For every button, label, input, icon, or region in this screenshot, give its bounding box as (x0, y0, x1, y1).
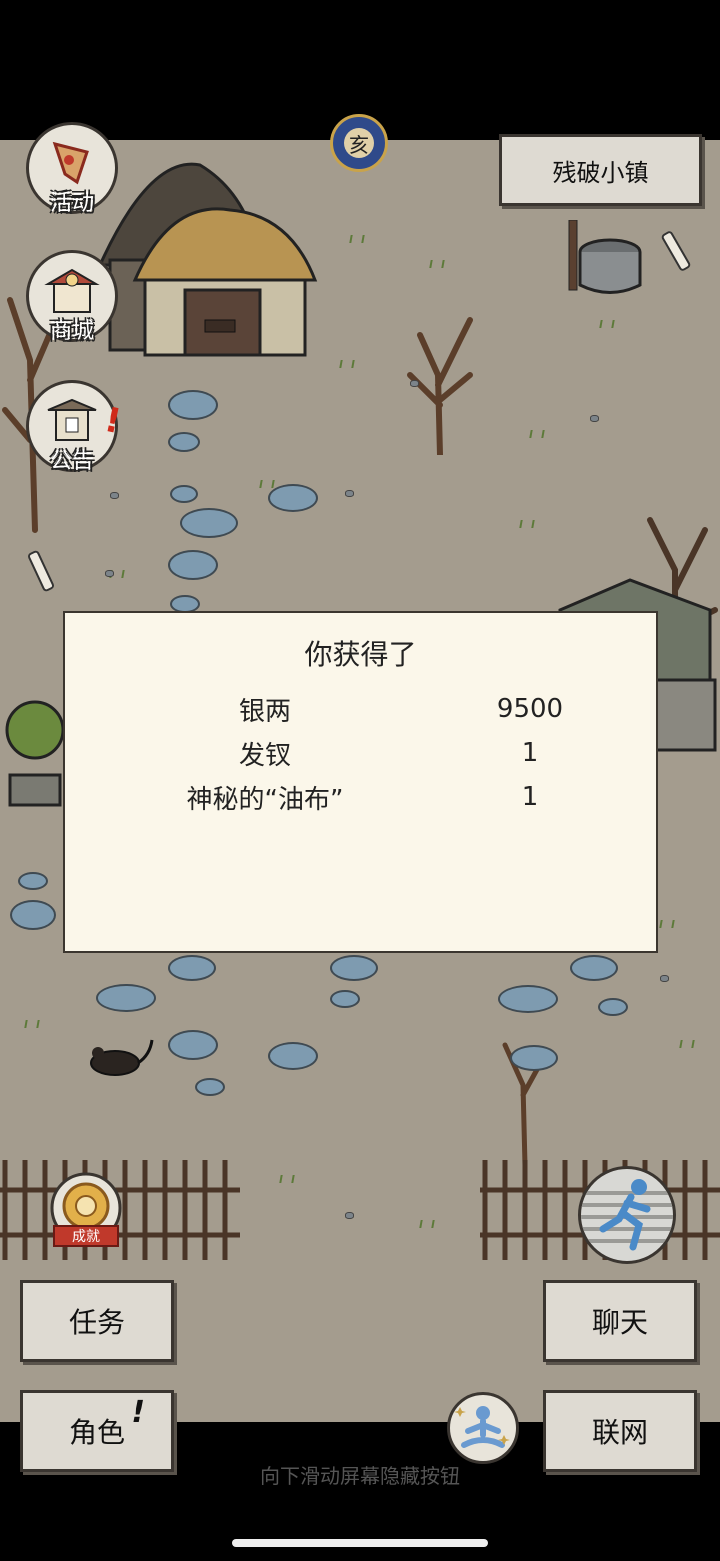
stepping-stone (10, 900, 56, 930)
reward-row: 发钗 1 (95, 733, 630, 773)
chat-button[interactable]: 聊天 (543, 1280, 697, 1362)
grass-tuft (529, 430, 545, 438)
achievements-label: 成就 (72, 1229, 100, 1245)
pebble (410, 380, 419, 387)
rat[interactable] (80, 1035, 160, 1080)
bone (660, 229, 692, 273)
grass-tuft (24, 1020, 40, 1028)
tasks-label: 任务 (68, 1306, 125, 1339)
chat-label: 聊天 (591, 1306, 648, 1339)
grass-tuft (659, 920, 675, 928)
reward-item-name: 银两 (238, 696, 291, 727)
dialog-title: 你获得了 (304, 638, 417, 671)
bush (5, 700, 65, 807)
stepping-stone (168, 955, 216, 981)
stone-well (568, 220, 642, 294)
stepping-stone (180, 508, 238, 538)
pebble (345, 490, 354, 497)
night-moon-icon[interactable]: 亥 (330, 114, 388, 172)
grass-tuft (259, 480, 275, 488)
flag-icon (52, 141, 89, 185)
stepping-stone (168, 432, 200, 452)
bone (26, 549, 56, 593)
grass-tuft (419, 1220, 435, 1228)
pebble (105, 570, 114, 577)
location-name-button[interactable]: 残破小镇 (499, 134, 702, 206)
side-menu-label: 商城 (49, 319, 94, 344)
stepping-stone (195, 1078, 225, 1096)
grass-tuft (519, 520, 535, 528)
reward-row: 神秘的“油布” 1 (95, 777, 630, 817)
tasks-button[interactable]: 任务 (20, 1280, 174, 1362)
stepping-stone (498, 985, 558, 1013)
reward-item-name: 发钗 (238, 740, 291, 771)
location-name: 残破小镇 (552, 158, 649, 187)
time-glyph: 亥 (344, 128, 374, 158)
stepping-stone (96, 984, 156, 1012)
run-toggle-button[interactable] (578, 1166, 676, 1264)
side-menu-shop-button[interactable]: 商城 (26, 250, 118, 344)
stepping-stone (330, 990, 360, 1008)
stepping-stone (170, 485, 198, 503)
side-menu-label: 公告 (49, 449, 94, 474)
grass-tuft (279, 1175, 295, 1183)
side-menu-activity-button[interactable]: 活动 (26, 122, 118, 216)
home-indicator[interactable] (232, 1539, 488, 1547)
game-screen: 亥 残破小镇 活动 商城 公告 ! 你获得了 银两 9500 发钗 1 神秘的“… (0, 0, 720, 1561)
stepping-stone (168, 1030, 218, 1060)
stepping-stone (18, 872, 48, 890)
reward-dialog[interactable]: 你获得了 银两 9500 发钗 1 神秘的“油布” 1 (63, 611, 658, 953)
pebble (345, 1212, 354, 1219)
pebble (110, 492, 119, 499)
stepping-stone (268, 1042, 318, 1070)
pebble (590, 415, 599, 422)
network-label: 联网 (591, 1416, 648, 1449)
reward-item-name: 神秘的“油布” (186, 784, 344, 815)
meditate-button[interactable] (447, 1392, 519, 1464)
side-menu-label: 活动 (49, 191, 94, 216)
shop-icon (44, 268, 100, 313)
achievements-button[interactable]: 成就 (44, 1170, 128, 1254)
side-menu-notice-button[interactable]: 公告 ! (26, 380, 125, 474)
thatched-hut (97, 162, 318, 357)
reward-item-qty: 1 (521, 738, 539, 768)
grass-tuft (599, 320, 615, 328)
reward-item-qty: 1 (521, 782, 539, 812)
stepping-stone (510, 1045, 558, 1071)
reward-row: 银两 9500 (95, 689, 630, 729)
stepping-stone (168, 390, 218, 420)
hint-text: 向下滑动屏幕隐藏按钮 (260, 1464, 460, 1488)
stepping-stone (598, 998, 628, 1016)
grass-tuft (339, 360, 355, 368)
running-figure-icon (581, 1179, 673, 1251)
character-alert-icon: ! (131, 1395, 145, 1430)
meditation-icon (454, 1406, 510, 1448)
stepping-stone (168, 550, 218, 580)
stepping-stone (330, 955, 378, 981)
notice-board-icon (47, 398, 97, 441)
grass-tuft (349, 235, 365, 243)
grass-tuft (429, 260, 445, 268)
pebble (660, 975, 669, 982)
grass-tuft (679, 1040, 695, 1048)
character-label: 角色 (68, 1416, 125, 1449)
stepping-stone (570, 955, 618, 981)
stepping-stone (268, 484, 318, 512)
reward-item-qty: 9500 (496, 694, 564, 724)
